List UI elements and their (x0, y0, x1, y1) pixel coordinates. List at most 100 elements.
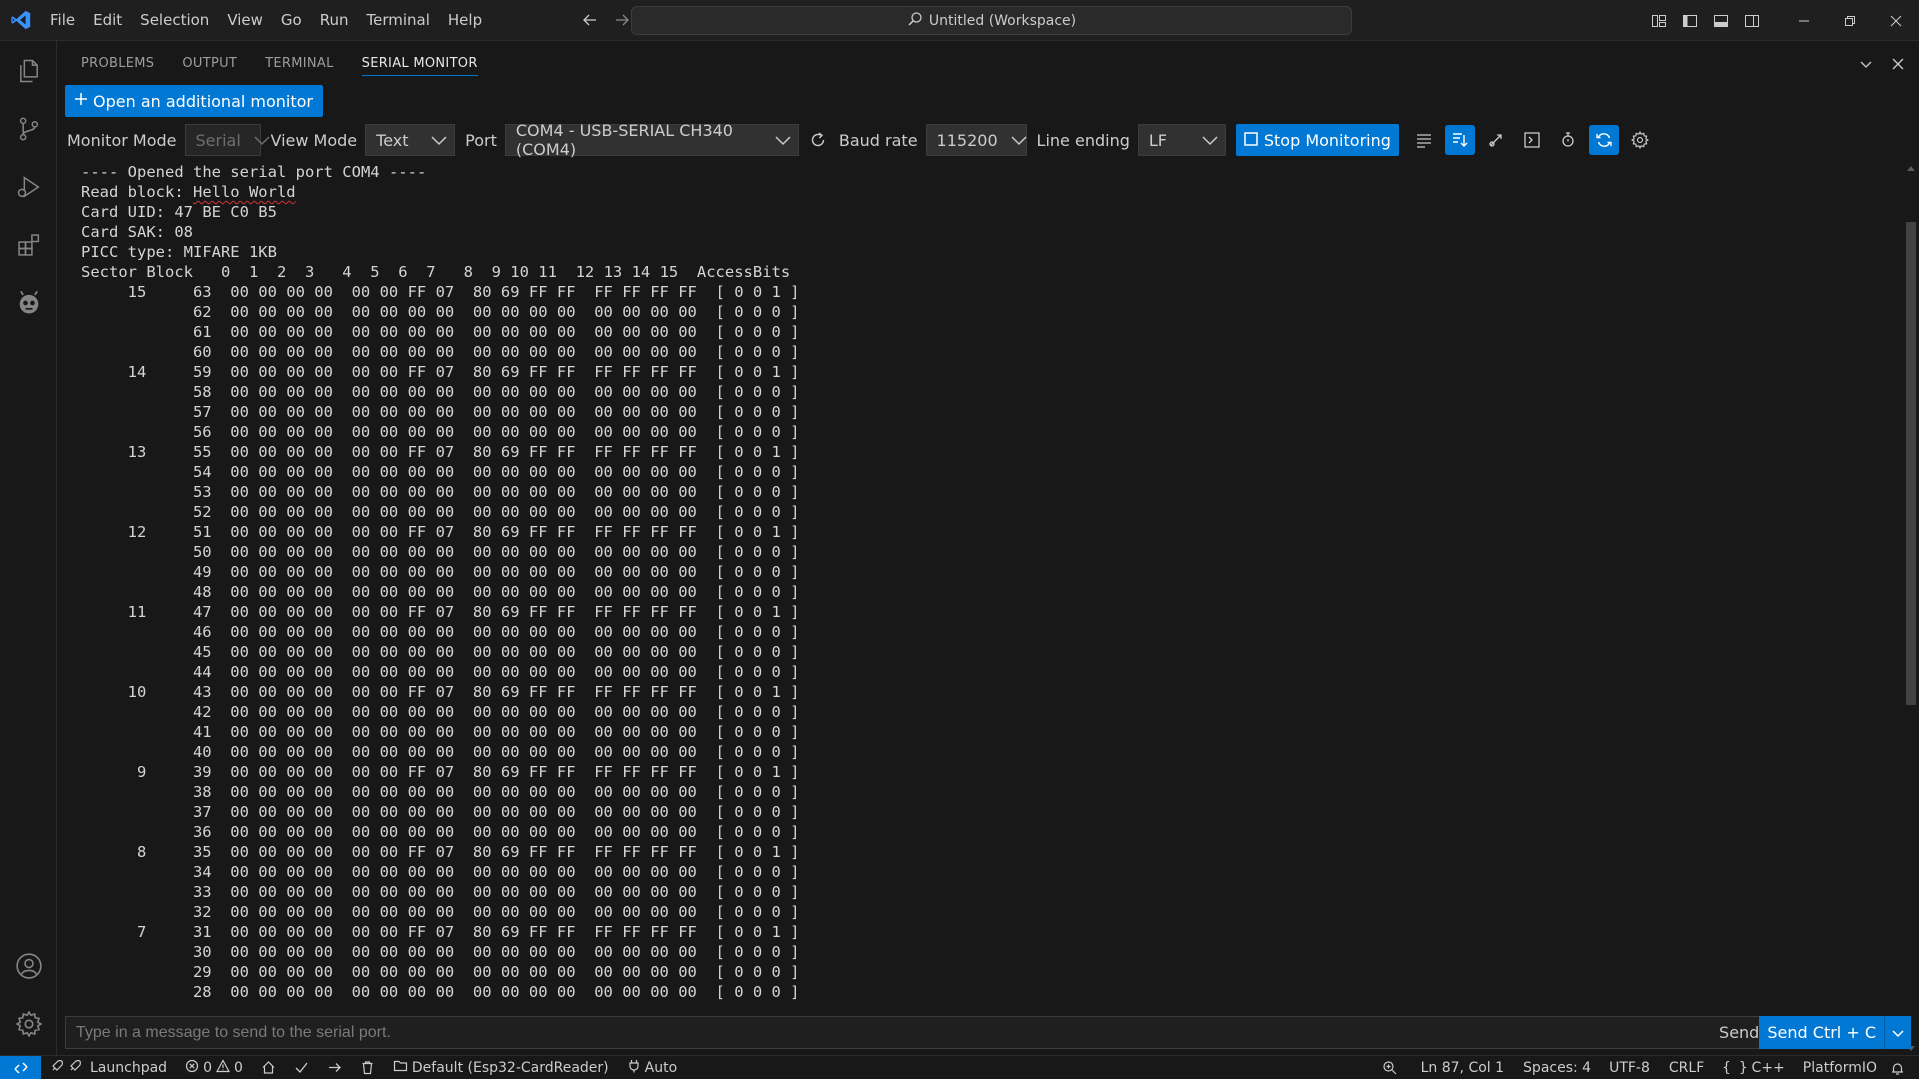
menu-edit[interactable]: Edit (84, 0, 131, 41)
access-bits: [ 0 0 0 ] (715, 623, 800, 641)
output-line: Card SAK: 08 (81, 223, 193, 241)
block-row: 46 00 00 00 00 00 00 00 00 00 00 00 00 00… (57, 622, 1902, 642)
pio-upload-arrow-icon[interactable] (318, 1056, 351, 1079)
baud-rate-value: 115200 (936, 130, 998, 150)
toggle-wrap-icon[interactable] (1409, 125, 1439, 155)
menu-view[interactable]: View (218, 0, 272, 41)
run-debug-icon[interactable] (0, 159, 57, 215)
account-icon[interactable] (0, 938, 57, 994)
tab-serial-monitor[interactable]: SERIAL MONITOR (361, 41, 478, 86)
stop-square-icon (1244, 131, 1258, 150)
menu-help[interactable]: Help (439, 0, 491, 41)
forward-arrow-icon[interactable] (613, 11, 631, 29)
minimize-icon[interactable] (1781, 0, 1827, 41)
block-data: 00 00 00 00 00 00 00 00 00 00 00 00 00 0… (230, 903, 697, 921)
block-row: 32 00 00 00 00 00 00 00 00 00 00 00 00 00… (57, 902, 1902, 922)
open-additional-monitor-button[interactable]: Open an additional monitor (65, 85, 323, 117)
access-bits: [ 0 0 0 ] (715, 963, 800, 981)
platformio-status[interactable]: PlatformIO (1794, 1056, 1886, 1079)
monitor-mode-select[interactable]: Serial (184, 124, 270, 156)
line-ending-select[interactable]: LF (1137, 124, 1226, 156)
block-data: 00 00 00 00 00 00 00 00 00 00 00 00 00 0… (230, 543, 697, 561)
tab-terminal[interactable]: TERMINAL (265, 41, 334, 86)
menu-file[interactable]: File (41, 0, 84, 41)
chevron-down-icon[interactable] (1885, 1016, 1911, 1049)
indentation[interactable]: Spaces: 4 (1513, 1056, 1600, 1079)
remote-indicator-icon[interactable] (0, 1055, 41, 1079)
sector-number: 11 (127, 603, 147, 621)
baud-rate-select[interactable]: 115200 (925, 124, 1027, 156)
rocket-icon (50, 1059, 64, 1077)
extensions-icon[interactable] (0, 217, 57, 273)
pio-env-item[interactable]: Default (Esp32-CardReader) (384, 1056, 618, 1079)
source-control-icon[interactable] (0, 101, 57, 157)
block-data: 00 00 00 00 00 00 00 00 00 00 00 00 00 0… (230, 463, 697, 481)
zoom-icon[interactable] (1368, 1056, 1412, 1079)
view-mode-select[interactable]: Text (365, 124, 456, 156)
pio-clean-trash-icon[interactable] (351, 1056, 384, 1079)
scrollbar-thumb[interactable] (1906, 222, 1916, 705)
close-window-icon[interactable] (1873, 0, 1919, 41)
block-data: 00 00 00 00 00 00 00 00 00 00 00 00 00 0… (230, 863, 697, 881)
restore-icon[interactable] (1827, 0, 1873, 41)
access-bits: [ 0 0 0 ] (715, 423, 800, 441)
send-ctrl-c-button[interactable]: Send Ctrl + C (1759, 1016, 1911, 1049)
toggle-timestamp-icon[interactable] (1481, 125, 1511, 155)
encoding[interactable]: UTF-8 (1600, 1056, 1659, 1079)
auto-reconnect-icon[interactable] (1588, 125, 1619, 155)
block-row: 13 55 00 00 00 00 00 00 FF 07 80 69 FF FF … (57, 442, 1902, 462)
launchpad-item[interactable]: Launchpad (41, 1056, 176, 1079)
output-line: Read block: Hello World (57, 182, 1902, 202)
cursor-position[interactable]: Ln 87, Col 1 (1412, 1056, 1513, 1079)
block-data: 00 00 00 00 00 00 00 00 00 00 00 00 00 0… (230, 823, 697, 841)
maximize-panel-chevron-icon[interactable] (1855, 53, 1877, 75)
language-mode[interactable]: { } C++ (1713, 1056, 1794, 1079)
menu-go[interactable]: Go (272, 0, 311, 41)
toggle-secondary-sidebar-icon[interactable] (1736, 0, 1767, 41)
access-bits: [ 0 0 0 ] (715, 983, 800, 1001)
platformio-icon[interactable] (0, 275, 57, 331)
serial-output[interactable]: ---- Opened the serial port COM4 ---- Re… (57, 162, 1902, 1055)
block-data: 00 00 00 00 00 00 00 00 00 00 00 00 00 0… (230, 303, 697, 321)
customize-layout-icon[interactable] (1643, 0, 1674, 41)
access-bits: [ 0 0 1 ] (715, 523, 800, 541)
back-arrow-icon[interactable] (581, 11, 599, 29)
end-of-line[interactable]: CRLF (1659, 1056, 1713, 1079)
explorer-icon[interactable] (0, 43, 57, 99)
output-scrollbar[interactable] (1902, 162, 1919, 1055)
terminal-mode-icon[interactable] (1517, 125, 1547, 155)
block-number: 62 (192, 303, 212, 321)
pio-build-check-icon[interactable] (285, 1056, 318, 1079)
command-center-search[interactable]: Untitled (Workspace) (631, 6, 1352, 35)
port-select[interactable]: COM4 - USB-SERIAL CH340 (COM4) (504, 121, 799, 159)
menu-selection[interactable]: Selection (131, 0, 218, 41)
manage-gear-icon[interactable] (0, 996, 57, 1052)
block-row: 12 51 00 00 00 00 00 00 FF 07 80 69 FF FF … (57, 522, 1902, 542)
stop-monitoring-button[interactable]: Stop Monitoring (1235, 124, 1399, 156)
block-row: 7 31 00 00 00 00 00 00 FF 07 80 69 FF FF F… (57, 922, 1902, 942)
block-row: 29 00 00 00 00 00 00 00 00 00 00 00 00 00… (57, 962, 1902, 982)
tab-problems[interactable]: PROBLEMS (81, 41, 154, 86)
access-bits: [ 0 0 0 ] (715, 783, 800, 801)
tab-output[interactable]: OUTPUT (182, 41, 237, 86)
block-data: 00 00 00 00 00 00 00 00 00 00 00 00 00 0… (230, 963, 697, 981)
serial-send-input[interactable] (66, 1017, 1720, 1048)
notifications-bell-icon[interactable] (1886, 1056, 1919, 1079)
block-number: 33 (192, 883, 212, 901)
close-panel-icon[interactable] (1887, 53, 1909, 75)
toggle-autoscroll-icon[interactable] (1444, 125, 1475, 155)
pio-port-auto-item[interactable]: Auto (618, 1056, 687, 1079)
refresh-ports-icon[interactable] (803, 125, 833, 155)
block-number: 42 (192, 703, 212, 721)
menu-run[interactable]: Run (311, 0, 358, 41)
toggle-primary-sidebar-icon[interactable] (1674, 0, 1705, 41)
clock-timestamp-icon[interactable] (1553, 125, 1583, 155)
settings-gear-icon[interactable] (1625, 125, 1655, 155)
menu-terminal[interactable]: Terminal (358, 0, 439, 41)
problems-status[interactable]: 0 0 (176, 1056, 252, 1079)
toggle-panel-icon[interactable] (1705, 0, 1736, 41)
block-row: 34 00 00 00 00 00 00 00 00 00 00 00 00 00… (57, 862, 1902, 882)
access-bits: [ 0 0 0 ] (715, 483, 800, 501)
panel-tabs: PROBLEMS OUTPUT TERMINAL SERIAL MONITOR (57, 41, 1919, 86)
pio-home-icon[interactable] (252, 1056, 285, 1079)
